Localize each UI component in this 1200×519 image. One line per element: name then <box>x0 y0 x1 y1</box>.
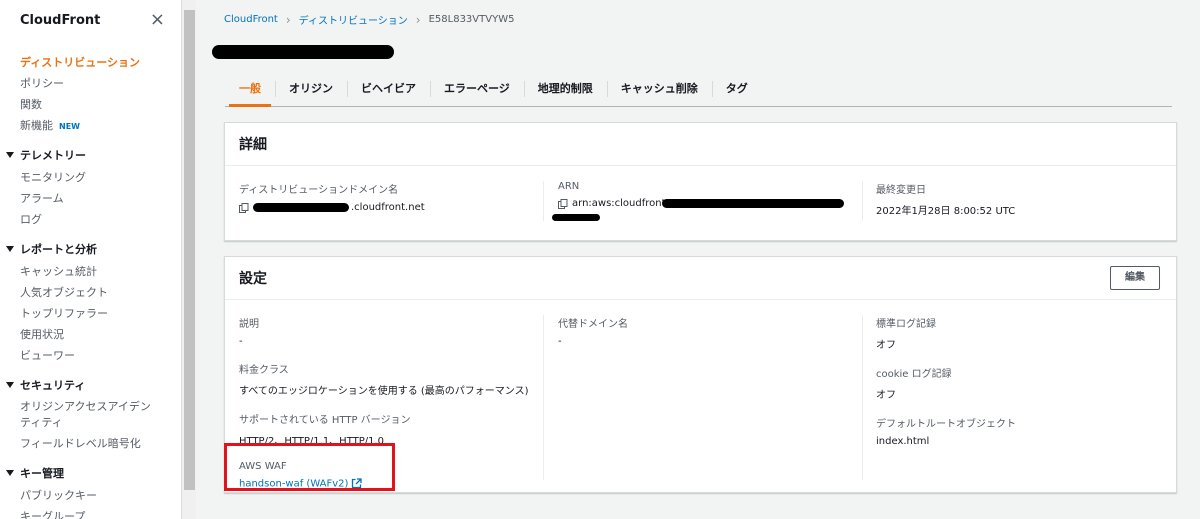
cookie-logging-label: cookie ログ記録 <box>876 369 952 380</box>
default-root-object-value: index.html <box>876 436 930 447</box>
scrollbar-thumb[interactable] <box>184 10 195 490</box>
standard-logging-label: 標準ログ記録 <box>876 319 936 330</box>
sidebar-item-top-referrers[interactable]: トップリファラー <box>0 303 181 324</box>
sidebar-item-key-groups[interactable]: キーグループ <box>0 506 181 519</box>
tab-origins[interactable]: オリジン <box>275 76 347 102</box>
price-class-value: すべてのエッジロケーションを使用する (最高のパフォーマンス) <box>239 386 529 397</box>
description-value: - <box>239 336 243 347</box>
sidebar-item-public-keys[interactable]: パブリックキー <box>0 485 181 506</box>
edit-button[interactable]: 編集 <box>1110 266 1160 290</box>
divider <box>543 181 544 221</box>
sidebar-section-key-management[interactable]: キー管理 <box>0 463 181 485</box>
price-class-label: 料金クラス <box>239 365 289 376</box>
section-title: セキュリティ <box>20 379 86 392</box>
modified-label: 最終変更日 <box>876 185 926 196</box>
redacted-domain <box>253 203 349 212</box>
redacted-arn-line-2 <box>552 214 600 221</box>
details-title: 詳細 <box>239 137 267 153</box>
sidebar-item-alarms[interactable]: アラーム <box>0 188 181 209</box>
copy-icon[interactable] <box>558 199 568 209</box>
sidebar-header: CloudFront × <box>0 0 181 40</box>
settings-header: 設定 編集 <box>225 257 1176 300</box>
caret-down-icon <box>6 246 14 252</box>
sidebar-title: CloudFront <box>20 12 101 28</box>
modified-value: 2022年1月28日 8:00:52 UTC <box>876 206 1016 217</box>
arn-value: arn:aws:cloudfront. <box>558 198 669 209</box>
tab-geo-restrictions[interactable]: 地理的制限 <box>523 76 607 102</box>
new-badge: NEW <box>59 122 80 131</box>
arn-label: ARN <box>558 181 580 192</box>
caret-down-icon <box>6 382 14 388</box>
breadcrumb-current: E58L833VTVYW5 <box>428 14 515 25</box>
arn-column: ARN arn:aws:cloudfront. <box>558 181 669 209</box>
default-root-object-label: デフォルトルートオブジェクト <box>876 419 1016 430</box>
sidebar-item-monitoring[interactable]: モニタリング <box>0 167 181 188</box>
breadcrumb-distributions[interactable]: ディストリビューション <box>299 12 408 27</box>
redacted-page-title <box>212 45 394 59</box>
sidebar-item-label: 新機能 <box>20 119 53 132</box>
sidebar-item-policies[interactable]: ポリシー <box>0 73 181 94</box>
alternate-domain-value: - <box>558 336 562 347</box>
sidebar-item-whats-new[interactable]: 新機能 NEW <box>0 115 181 136</box>
divider <box>862 181 863 221</box>
modified-column: 最終変更日 2022年1月28日 8:00:52 UTC <box>876 181 1015 217</box>
sidebar-item-field-level-encryption[interactable]: フィールドレベル暗号化 <box>0 433 181 454</box>
divider <box>543 315 544 480</box>
sidebar-section-security[interactable]: セキュリティ <box>0 375 181 397</box>
redacted-arn <box>662 199 844 208</box>
copy-icon[interactable] <box>239 203 249 213</box>
standard-logging-value: オフ <box>876 340 896 351</box>
section-title: テレメトリー <box>20 149 86 162</box>
sidebar-item-distributions[interactable]: ディストリビューション <box>0 52 181 73</box>
domain-label: ディストリビューションドメイン名 <box>239 185 399 196</box>
sidebar-item-functions[interactable]: 関数 <box>0 94 181 115</box>
divider <box>862 315 863 480</box>
tab-behaviors[interactable]: ビヘイビア <box>347 76 430 102</box>
settings-title: 設定 <box>239 271 267 287</box>
domain-column: ディストリビューションドメイン名 .cloudfront.net <box>239 181 425 213</box>
tab-error-pages[interactable]: エラーページ <box>430 76 524 102</box>
tab-general[interactable]: 一般 <box>225 76 275 107</box>
cookie-logging-value: オフ <box>876 390 896 401</box>
tab-bar: 一般 オリジン ビヘイビア エラーページ 地理的制限 キャッシュ削除 タグ <box>225 76 1172 107</box>
http-versions-label: サポートされている HTTP バージョン <box>239 415 411 426</box>
main-content: CloudFront › ディストリビューション › E58L833VTVYW5… <box>196 0 1200 519</box>
tab-tags[interactable]: タグ <box>711 76 762 102</box>
sidebar-item-popular-objects[interactable]: 人気オブジェクト <box>0 282 181 303</box>
domain-value: .cloudfront.net <box>239 202 425 213</box>
caret-down-icon <box>6 152 14 158</box>
sidebar-item-usage[interactable]: 使用状況 <box>0 324 181 345</box>
domain-suffix: .cloudfront.net <box>351 202 425 213</box>
sidebar-item-origin-access-identities[interactable]: オリジンアクセスアイデンティティ <box>0 397 181 433</box>
chevron-right-icon: › <box>285 12 291 27</box>
waf-highlight-box <box>224 443 395 491</box>
sidebar: CloudFront × ディストリビューション ポリシー 関数 新機能 NEW … <box>0 0 181 519</box>
arn-prefix: arn:aws:cloudfront. <box>572 198 669 209</box>
alternate-domain-label: 代替ドメイン名 <box>558 319 628 330</box>
sidebar-section-reports[interactable]: レポートと分析 <box>0 239 181 261</box>
breadcrumb: CloudFront › ディストリビューション › E58L833VTVYW5 <box>224 12 515 28</box>
breadcrumb-cloudfront[interactable]: CloudFront <box>224 14 278 25</box>
sidebar-item-viewers[interactable]: ビューワー <box>0 345 181 366</box>
settings-middle-column: 代替ドメイン名 - <box>558 315 628 347</box>
sidebar-nav: ディストリビューション ポリシー 関数 新機能 NEW テレメトリー モニタリング… <box>0 40 181 519</box>
tab-invalidations[interactable]: キャッシュ削除 <box>606 76 712 102</box>
chevron-right-icon: › <box>415 12 421 27</box>
close-icon[interactable]: × <box>150 11 165 29</box>
settings-right-column: 標準ログ記録 オフ cookie ログ記録 オフ デフォルトルートオブジェクト … <box>876 315 1016 447</box>
sidebar-item-cache-statistics[interactable]: キャッシュ統計 <box>0 261 181 282</box>
sidebar-scrollbar[interactable] <box>181 0 196 519</box>
section-title: レポートと分析 <box>20 243 97 256</box>
details-panel: 詳細 ディストリビューションドメイン名 .cloudfront.net ARN … <box>224 122 1177 241</box>
description-label: 説明 <box>239 319 259 330</box>
sidebar-item-logs[interactable]: ログ <box>0 209 181 230</box>
details-header: 詳細 <box>225 123 1176 166</box>
sidebar-section-telemetry[interactable]: テレメトリー <box>0 145 181 167</box>
section-title: キー管理 <box>20 467 64 480</box>
caret-down-icon <box>6 470 14 476</box>
